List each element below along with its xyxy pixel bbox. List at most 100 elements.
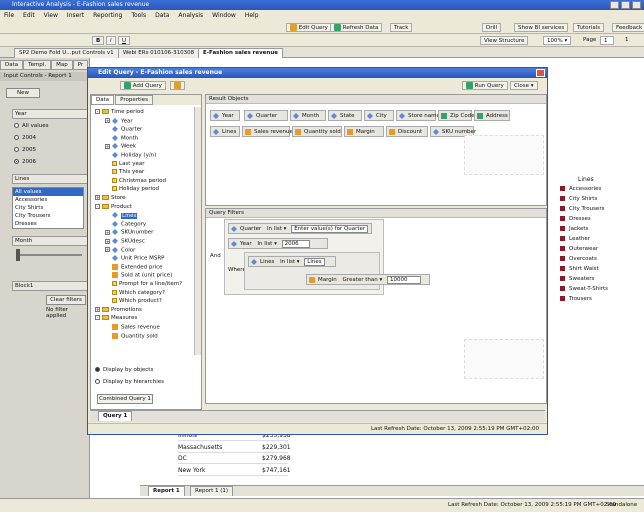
filter-margin[interactable]: Margin Greater than ▾ 10000 [306, 274, 430, 285]
tree-scrollbar[interactable] [194, 107, 201, 355]
tree-node[interactable]: Prompt for a line/item? [105, 281, 182, 288]
filter-year[interactable]: Year In list ▾ 2006 [228, 238, 328, 249]
result-object[interactable]: Address [474, 110, 510, 121]
query-properties-button[interactable] [170, 81, 185, 90]
list-item[interactable]: Dresses [13, 220, 83, 228]
filter-quarter-value[interactable]: Enter value(s) for Quarter [291, 224, 369, 233]
menu-file[interactable]: File [4, 12, 14, 19]
menu-insert[interactable]: Insert [67, 12, 84, 19]
result-object[interactable]: State [328, 110, 362, 121]
collapse-icon[interactable]: - [95, 109, 100, 114]
expand-icon[interactable]: + [95, 306, 100, 312]
lines-list[interactable]: All values Accessories City Shirts City Tro… [12, 187, 84, 229]
lines-section-header[interactable]: Lines [12, 174, 88, 184]
year-option[interactable]: 2006 [14, 159, 36, 165]
tree-node[interactable]: This year [105, 169, 144, 176]
bold-button[interactable]: B [92, 36, 105, 45]
new-input-control-button[interactable]: New [6, 88, 40, 98]
doc-tab-3[interactable]: E-Fashion sales revenue [198, 48, 283, 58]
tab-templates[interactable]: Templ. [23, 60, 52, 70]
doc-tab-2[interactable]: Webi ERs 010106-310308 [118, 48, 200, 58]
tab-report-1[interactable]: Report 1 [148, 486, 185, 496]
year-option[interactable]: 2004 [14, 135, 36, 141]
result-object[interactable]: Lines [210, 126, 240, 137]
tree-node[interactable]: Month [105, 134, 138, 143]
menu-reporting[interactable]: Reporting [93, 12, 122, 19]
filter-margin-value[interactable]: 10000 [387, 275, 422, 284]
tree-node[interactable]: + SKUdesc [105, 238, 145, 246]
result-object[interactable]: Margin [344, 126, 384, 137]
year-option[interactable]: 2005 [14, 147, 36, 153]
filter-quarter[interactable]: Quarter In list ▾ Enter value(s) for Qua… [228, 223, 372, 234]
result-object[interactable]: Quantity sold [292, 126, 342, 137]
result-object[interactable]: Discount [386, 126, 428, 137]
tree-node[interactable]: + Year [105, 117, 133, 126]
zoom-select[interactable]: 100% ▾ [543, 36, 572, 45]
year-option[interactable]: All values [14, 123, 48, 129]
expand-icon[interactable]: + [105, 118, 110, 124]
combined-query-button[interactable]: Combined Query 1 [97, 394, 153, 404]
result-object[interactable]: Store name [396, 110, 440, 121]
tree-node[interactable]: Holiday period [105, 186, 159, 193]
list-item[interactable]: Accessories [13, 196, 83, 204]
tree-node[interactable]: Christmas period [105, 177, 166, 185]
tree-node[interactable]: + Store [95, 195, 126, 202]
minimize-icon[interactable] [610, 1, 619, 9]
display-by-hierarchies-option[interactable]: Display by hierarchies [95, 379, 164, 385]
run-query-button[interactable]: Run Query [462, 81, 508, 90]
menu-data[interactable]: Data [155, 12, 169, 19]
month-slider-track[interactable] [16, 254, 82, 256]
tree-node[interactable]: Which category? [105, 289, 165, 297]
tree-node[interactable]: Category [105, 220, 146, 229]
expand-icon[interactable]: + [105, 238, 110, 244]
year-section-header[interactable]: Year [12, 109, 88, 119]
expand-icon[interactable]: + [105, 143, 110, 149]
tutorials-button[interactable]: Tutorials [573, 23, 605, 32]
tab-map[interactable]: Map [51, 60, 73, 70]
feedback-button[interactable]: Feedback [612, 23, 644, 32]
italic-button[interactable]: I [106, 36, 116, 45]
close-icon[interactable] [632, 1, 641, 9]
tree-node[interactable]: Quantity sold [105, 332, 158, 341]
refresh-data-button[interactable]: Refresh Data [330, 23, 383, 32]
edit-query-button[interactable]: Edit Query [286, 23, 332, 32]
tree-node[interactable]: Last year [105, 160, 144, 168]
tree-node[interactable]: - Measures [95, 315, 137, 322]
show-bi-services-button[interactable]: Show BI services [514, 23, 569, 32]
result-object[interactable]: Year [210, 110, 240, 121]
tree-node[interactable]: + Week [105, 143, 136, 151]
list-item[interactable]: City Trousers [13, 212, 83, 220]
display-by-objects-option[interactable]: Display by objects [95, 367, 153, 373]
result-object[interactable]: Quarter [244, 110, 288, 121]
underline-button[interactable]: U [118, 36, 131, 45]
filter-lines-value[interactable]: Lines [304, 257, 325, 266]
tree-node[interactable]: - Product [95, 203, 132, 211]
tree-node[interactable]: Lines [105, 212, 138, 220]
result-object[interactable]: Month [290, 110, 326, 121]
month-slider-thumb[interactable] [16, 249, 20, 261]
tree-node[interactable]: Extended price [105, 263, 163, 272]
expand-icon[interactable]: + [105, 247, 110, 253]
track-button[interactable]: Track [390, 23, 413, 32]
view-structure-button[interactable]: View Structure [480, 36, 529, 45]
month-section-header[interactable]: Month [12, 236, 88, 246]
page-input[interactable]: 1 [600, 36, 614, 45]
tree-node[interactable]: Sales revenue [105, 324, 160, 332]
tree-node[interactable]: Holiday (y/n) [105, 152, 156, 160]
result-object[interactable]: Sales revenue [242, 126, 293, 137]
clear-filters-button[interactable]: Clear filters [46, 295, 86, 305]
collapse-icon[interactable]: - [95, 315, 100, 321]
result-object[interactable]: City [364, 110, 394, 121]
list-item[interactable]: All values [13, 188, 83, 196]
tab-query-properties[interactable]: Properties [115, 95, 153, 105]
menu-window[interactable]: Window [212, 12, 236, 19]
menu-analysis[interactable]: Analysis [178, 12, 203, 19]
collapse-icon[interactable]: - [95, 203, 100, 209]
tree-node[interactable]: - Time period [95, 109, 144, 116]
tab-data[interactable]: Data [0, 60, 24, 70]
tree-node[interactable]: + Promotions [95, 306, 142, 314]
tree-node[interactable]: Unit Price MSRP [105, 255, 164, 263]
expand-icon[interactable]: + [95, 195, 100, 200]
tree-node[interactable]: Quarter [105, 126, 142, 134]
list-item[interactable]: City Shirts [13, 204, 83, 212]
